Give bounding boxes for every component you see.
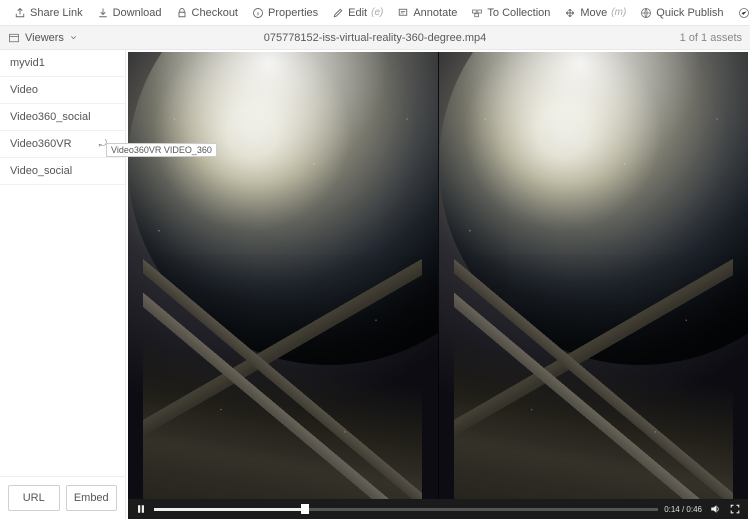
sidebar-item-label: Video360_social — [10, 111, 91, 123]
share-label: Share Link — [30, 7, 83, 19]
video-controls: 0:14 / 0:46 — [128, 499, 748, 519]
url-button[interactable]: URL — [8, 485, 60, 511]
sidebar-item-label: Video_social — [10, 165, 72, 177]
share-link-button[interactable]: Share Link — [8, 4, 89, 22]
quick-publish-label: Quick Publish — [656, 7, 723, 19]
move-icon — [564, 7, 576, 19]
edit-label: Edit — [348, 7, 367, 19]
pause-button[interactable] — [134, 502, 148, 516]
sidebar-item-video-social[interactable]: Video_social — [0, 158, 125, 185]
sidebar-item-video[interactable]: Video — [0, 77, 125, 104]
checkout-label: Checkout — [192, 7, 238, 19]
annotate-icon — [397, 7, 409, 19]
download-button[interactable]: Download — [91, 4, 168, 22]
info-icon — [252, 7, 264, 19]
pencil-icon — [332, 7, 344, 19]
sidebar-footer: URL Embed — [0, 476, 125, 519]
to-collection-button[interactable]: To Collection — [465, 4, 556, 22]
top-toolbar: Share Link Download Checkout Properties … — [0, 0, 750, 26]
progress-fill — [154, 508, 305, 511]
properties-label: Properties — [268, 7, 318, 19]
asset-filename: 075778152-iss-virtual-reality-360-degree… — [264, 32, 487, 44]
stereo-left-eye — [128, 52, 438, 499]
share-icon — [14, 7, 26, 19]
move-label: Move — [580, 7, 607, 19]
pause-icon — [135, 503, 147, 515]
asset-count: 1 of 1 assets — [680, 32, 742, 44]
quick-publish-button[interactable]: Quick Publish — [634, 4, 729, 22]
url-button-label: URL — [23, 492, 45, 504]
to-collection-label: To Collection — [487, 7, 550, 19]
viewer-sidebar: myvid1 Video Video360_social Video360VR … — [0, 50, 126, 519]
download-icon — [97, 7, 109, 19]
stereo-right-eye — [438, 52, 749, 499]
sidebar-item-label: Video — [10, 84, 38, 96]
time-display: 0:14 / 0:46 — [664, 505, 702, 514]
video-canvas[interactable] — [128, 52, 748, 499]
annotate-label: Annotate — [413, 7, 457, 19]
fullscreen-button[interactable] — [728, 502, 742, 516]
move-shortcut: (m) — [611, 7, 626, 18]
edit-button[interactable]: Edit (e) — [326, 4, 389, 22]
manage-publication-button[interactable]: Manage Publication — [732, 4, 750, 22]
volume-icon — [709, 503, 721, 515]
sub-toolbar: Viewers 075778152-iss-virtual-reality-36… — [0, 26, 750, 50]
progress-bar[interactable] — [154, 508, 658, 511]
sidebar-item-label: myvid1 — [10, 57, 45, 69]
volume-button[interactable] — [708, 502, 722, 516]
fullscreen-icon — [729, 503, 741, 515]
embed-button[interactable]: Embed — [66, 485, 118, 511]
viewer-tooltip: Video360VR VIDEO_360 — [106, 143, 217, 157]
properties-button[interactable]: Properties — [246, 4, 324, 22]
collection-icon — [471, 7, 483, 19]
embed-button-label: Embed — [74, 492, 109, 504]
sidebar-item-myvid1[interactable]: myvid1 — [0, 50, 125, 77]
calendar-globe-icon — [738, 7, 750, 19]
progress-thumb[interactable] — [301, 504, 309, 514]
video-viewer: 0:14 / 0:46 — [126, 50, 750, 519]
download-label: Download — [113, 7, 162, 19]
lock-icon — [176, 7, 188, 19]
globe-icon — [640, 7, 652, 19]
viewers-icon — [8, 32, 20, 44]
viewers-dropdown[interactable]: Viewers — [8, 32, 78, 44]
sidebar-item-video360-social[interactable]: Video360_social — [0, 104, 125, 131]
checkout-button[interactable]: Checkout — [170, 4, 244, 22]
annotate-button[interactable]: Annotate — [391, 4, 463, 22]
viewers-label: Viewers — [25, 32, 64, 44]
chevron-down-icon — [69, 33, 78, 42]
edit-shortcut: (e) — [371, 7, 383, 18]
move-button[interactable]: Move (m) — [558, 4, 632, 22]
viewer-preset-list: myvid1 Video Video360_social Video360VR … — [0, 50, 125, 476]
sidebar-item-label: Video360VR — [10, 138, 72, 150]
